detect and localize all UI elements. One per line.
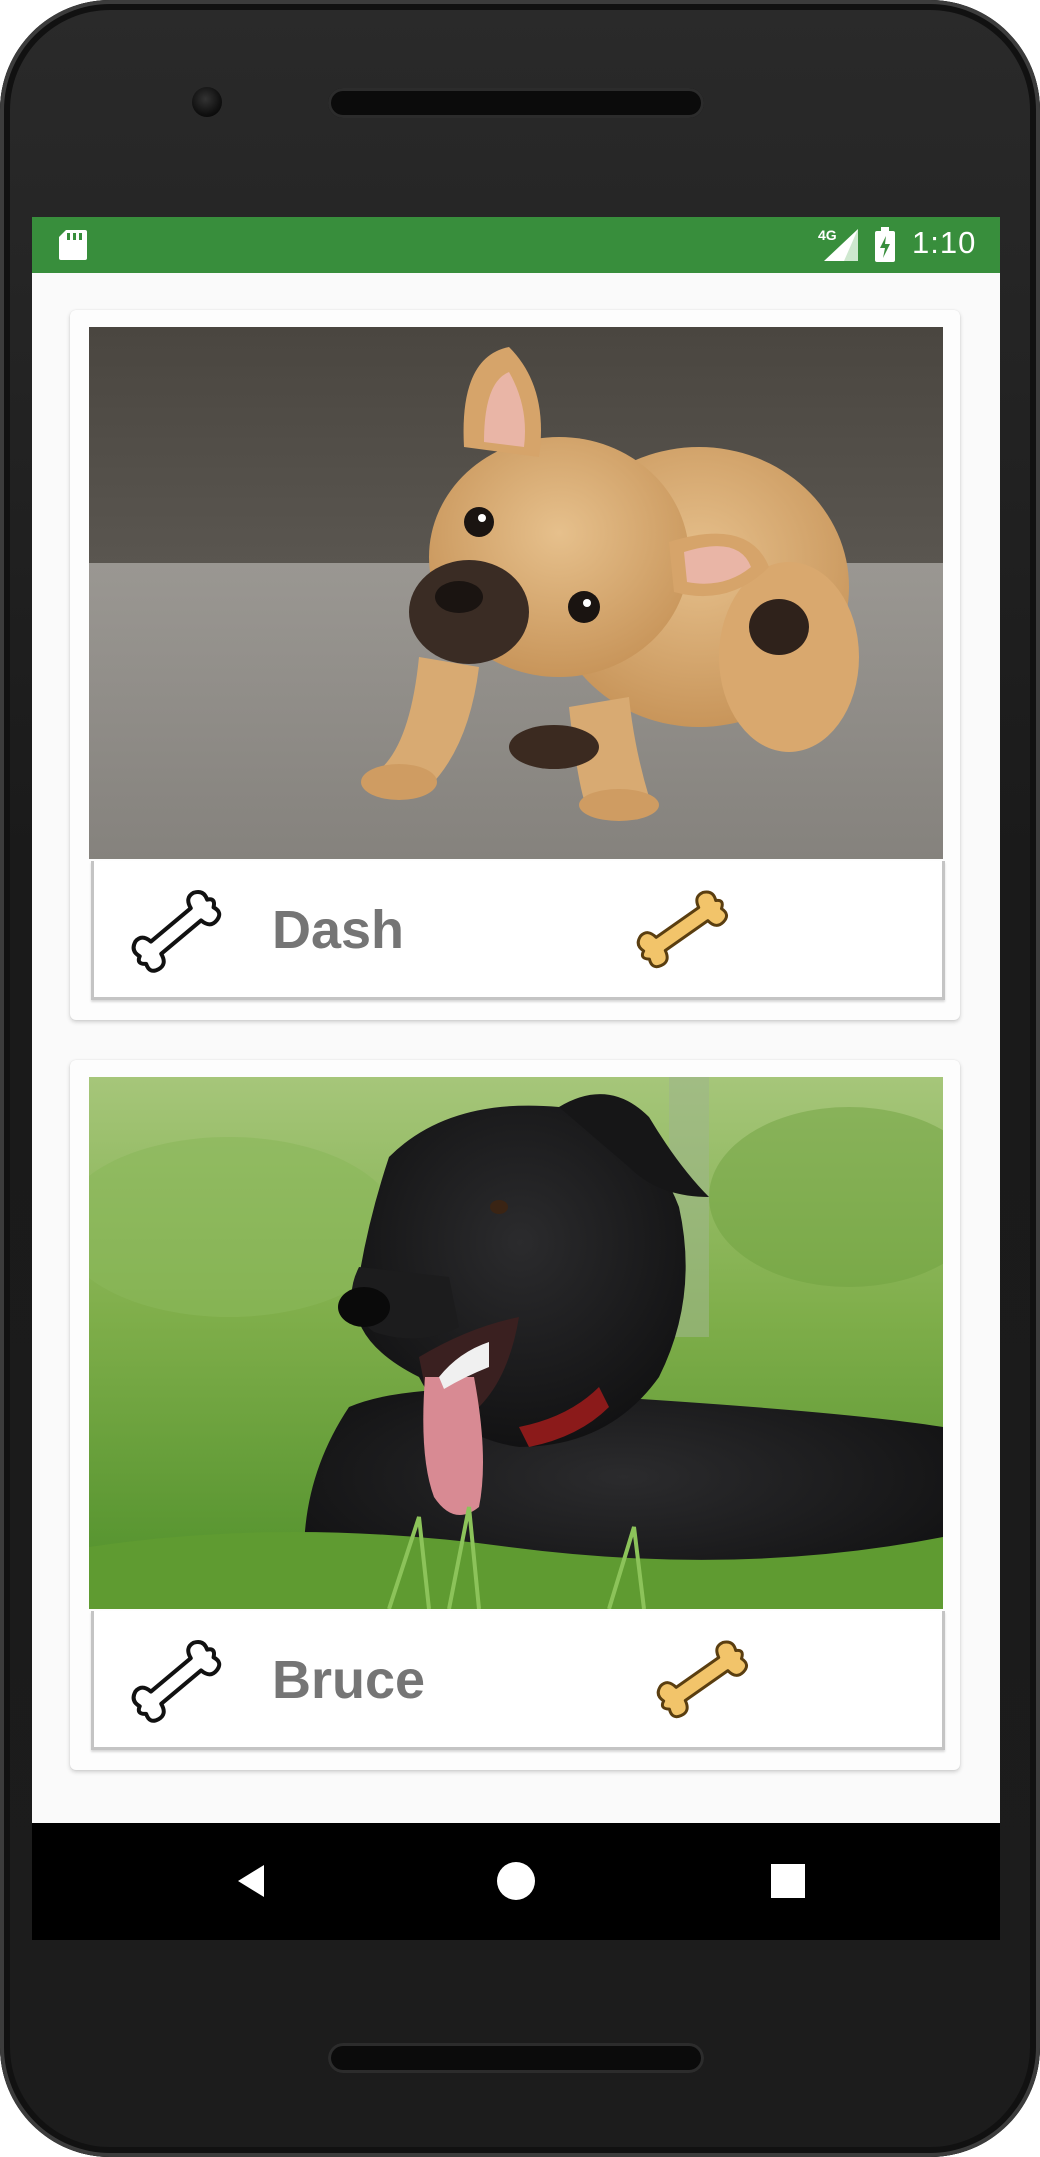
recents-button[interactable] xyxy=(758,1851,818,1911)
bone-filled-icon[interactable] xyxy=(654,1633,750,1725)
phone-frame: 4G 1:10 Dash Bruce xyxy=(0,0,1040,2157)
signal-icon xyxy=(824,229,858,261)
dog-photo xyxy=(89,1077,943,1609)
home-button[interactable] xyxy=(486,1851,546,1911)
bone-outline-icon[interactable] xyxy=(128,883,224,979)
bottom-speaker xyxy=(328,2043,704,2073)
battery-icon xyxy=(875,227,895,262)
bone-outline-icon[interactable] xyxy=(128,1633,224,1729)
bone-filled-icon[interactable] xyxy=(634,883,730,975)
status-clock: 1:10 xyxy=(912,225,977,260)
dog-name-label: Dash xyxy=(272,900,405,960)
dog-photo xyxy=(89,327,943,859)
home-icon xyxy=(497,1862,535,1900)
back-icon xyxy=(238,1865,264,1897)
front-camera xyxy=(192,87,222,117)
navigation-bar xyxy=(32,1823,1000,1940)
dog-name-label: Bruce xyxy=(272,1650,426,1710)
recents-icon xyxy=(771,1864,805,1898)
dog-card-footer: Dash xyxy=(91,861,945,1000)
dog-card[interactable]: Dash xyxy=(70,310,960,1020)
dog-card[interactable]: Bruce xyxy=(70,1060,960,1770)
dog-card-footer: Bruce xyxy=(91,1611,945,1750)
screen: 4G 1:10 Dash Bruce xyxy=(32,217,1000,1940)
dog-list[interactable]: Dash Bruce xyxy=(32,273,1000,1823)
back-button[interactable] xyxy=(222,1851,282,1911)
status-bar: 4G 1:10 xyxy=(32,217,1000,273)
earpiece-speaker xyxy=(328,88,704,118)
sd-card-icon xyxy=(59,230,87,260)
